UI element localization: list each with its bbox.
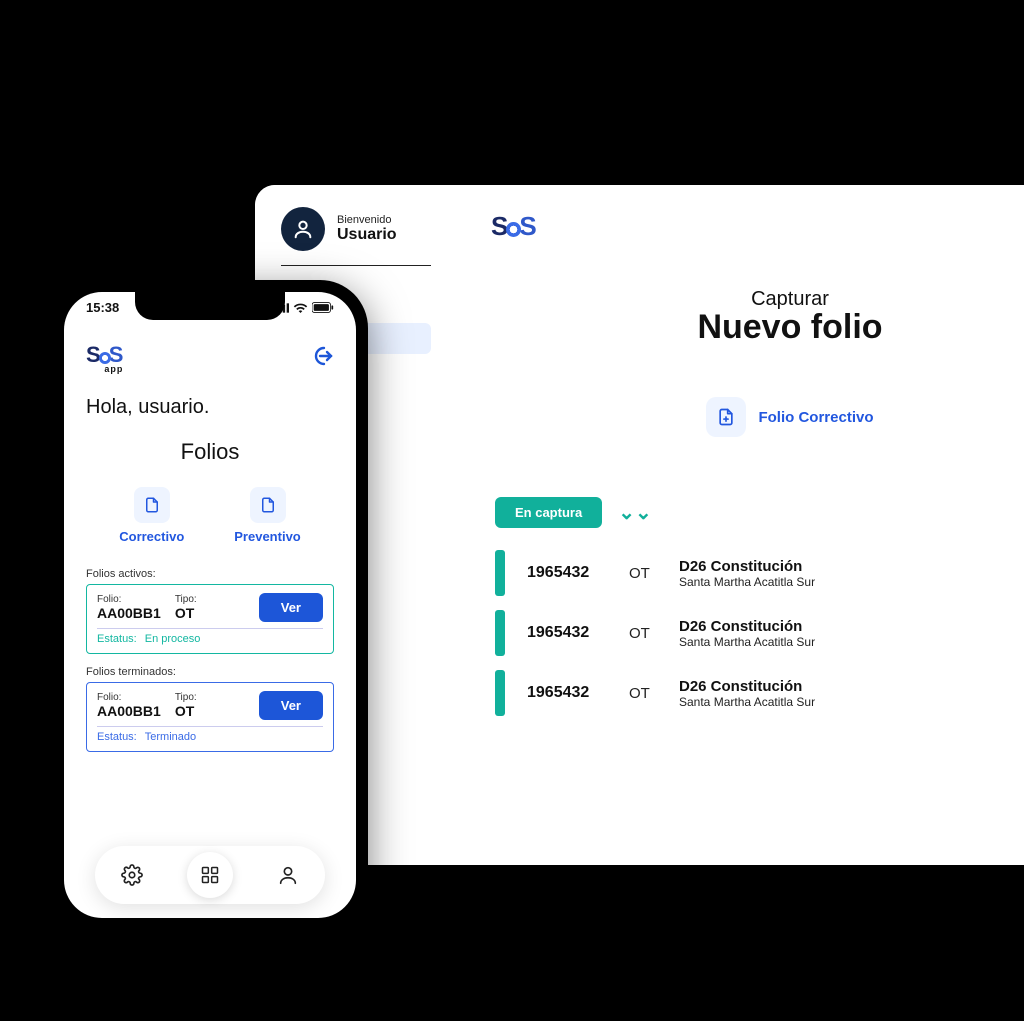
estatus-value: En proceso xyxy=(145,633,201,645)
chip-en-captura[interactable]: En captura xyxy=(495,497,602,528)
row-accent-bar xyxy=(495,610,505,656)
welcome-text: Bienvenido xyxy=(337,214,397,226)
table-row[interactable]: 1965432 OT D26 Constitución Santa Martha… xyxy=(495,550,1024,596)
row-tipo: OT xyxy=(629,565,657,582)
tab-profile[interactable] xyxy=(268,855,308,895)
username-text: Usuario xyxy=(337,226,397,244)
chevrons-down-icon[interactable]: ⌄⌄ xyxy=(618,503,652,523)
choice-label: Correctivo xyxy=(119,529,184,544)
row-place-sub: Santa Martha Acatitla Sur xyxy=(679,575,815,589)
estatus-label: Estatus: xyxy=(97,731,137,743)
tipo-label: Tipo: xyxy=(175,692,197,703)
estatus-label: Estatus: xyxy=(97,633,137,645)
tablet-main: SS app Capturar Nuevo folio Folio Correc… xyxy=(465,185,1024,865)
page-title-block: Capturar Nuevo folio xyxy=(465,288,1024,347)
row-folio: 1965432 xyxy=(527,564,607,582)
status-time: 15:38 xyxy=(86,300,119,315)
row-tipo: OT xyxy=(629,685,657,702)
row-folio: 1965432 xyxy=(527,684,607,702)
tipo-value: OT xyxy=(175,605,197,621)
filter-row: En captura ⌄⌄ Últimos xyxy=(465,497,1024,528)
document-icon xyxy=(250,487,286,523)
grid-icon xyxy=(200,865,220,885)
section-title: Folios xyxy=(86,439,334,465)
phone-device-frame: 15:38 SS app Hola, usuario. Folios xyxy=(52,280,368,930)
row-accent-bar xyxy=(495,550,505,596)
folio-value: AA00BB1 xyxy=(97,605,161,621)
choice-correctivo[interactable]: Folio Correctivo xyxy=(706,397,873,437)
tab-home[interactable] xyxy=(187,852,233,898)
folio-value: AA00BB1 xyxy=(97,703,161,719)
folio-card-active: Folio: AA00BB1 Tipo: OT Ver Estatus: En … xyxy=(86,584,334,654)
wifi-icon xyxy=(293,302,308,313)
table-row[interactable]: 1965432 OT D26 Constitución Santa Martha… xyxy=(495,670,1024,716)
user-icon xyxy=(277,864,299,886)
ver-button[interactable]: Ver xyxy=(259,691,323,720)
folio-card-done: Folio: AA00BB1 Tipo: OT Ver Estatus: Ter… xyxy=(86,682,334,752)
row-place: D26 Constitución xyxy=(679,618,815,635)
row-folio: 1965432 xyxy=(527,624,607,642)
folio-label: Folio: xyxy=(97,692,161,703)
row-accent-bar xyxy=(495,670,505,716)
estatus-value: Terminado xyxy=(145,731,196,743)
terminados-label: Folios terminados: xyxy=(86,666,334,678)
logout-icon[interactable] xyxy=(310,344,334,373)
battery-icon xyxy=(312,302,334,313)
page-title: Nuevo folio xyxy=(465,308,1024,347)
document-plus-icon xyxy=(706,397,746,437)
row-place-sub: Santa Martha Acatitla Sur xyxy=(679,695,815,709)
avatar-icon xyxy=(281,207,325,251)
phone-notch xyxy=(135,292,285,320)
phone-choice-preventivo[interactable]: Preventivo xyxy=(234,487,300,544)
choice-correctivo-label: Folio Correctivo xyxy=(758,409,873,426)
phone-screen: 15:38 SS app Hola, usuario. Folios xyxy=(64,292,356,918)
choice-label: Preventivo xyxy=(234,529,300,544)
table-row[interactable]: 1965432 OT D26 Constitución Santa Martha… xyxy=(495,610,1024,656)
row-place: D26 Constitución xyxy=(679,678,815,695)
row-place: D26 Constitución xyxy=(679,558,815,575)
ver-button[interactable]: Ver xyxy=(259,593,323,622)
brand-logo: SS app xyxy=(491,211,1024,248)
row-tipo: OT xyxy=(629,625,657,642)
tablet-screen: Bienvenido Usuario d folio folio ción SS… xyxy=(255,185,1024,865)
brand-logo: SS app xyxy=(86,342,123,374)
gear-icon xyxy=(121,864,143,886)
tablet-user-block: Bienvenido Usuario xyxy=(281,207,464,251)
tab-settings[interactable] xyxy=(112,855,152,895)
phone-choice-correctivo[interactable]: Correctivo xyxy=(119,487,184,544)
row-place-sub: Santa Martha Acatitla Sur xyxy=(679,635,815,649)
greeting-text: Hola, usuario. xyxy=(86,396,334,419)
folio-label: Folio: xyxy=(97,594,161,605)
activos-label: Folios activos: xyxy=(86,568,334,580)
phone-tabbar xyxy=(95,846,325,904)
record-list: 1965432 OT D26 Constitución Santa Martha… xyxy=(465,550,1024,716)
tipo-value: OT xyxy=(175,703,197,719)
sidebar-divider xyxy=(281,265,431,266)
tipo-label: Tipo: xyxy=(175,594,197,605)
document-icon xyxy=(134,487,170,523)
